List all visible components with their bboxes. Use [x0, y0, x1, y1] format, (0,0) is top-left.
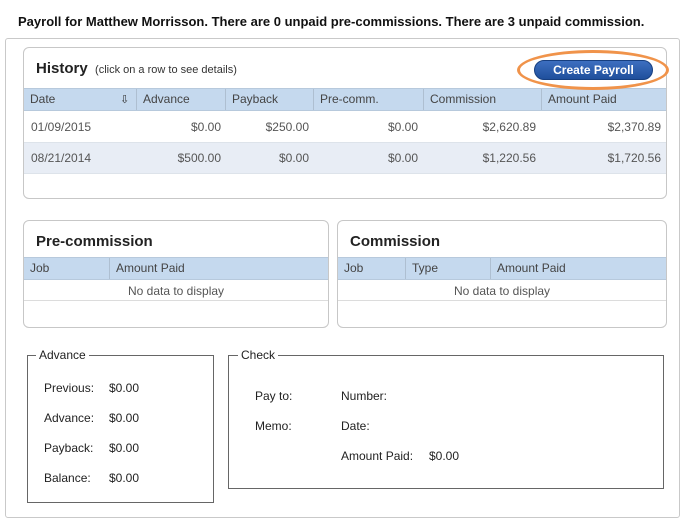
previous-label: Previous:	[44, 381, 95, 395]
cell-commission: $1,220.56	[482, 151, 536, 165]
payback-label: Payback:	[44, 441, 94, 455]
date-label: Date:	[341, 419, 370, 433]
column-header-amount-paid[interactable]: Amount Paid	[542, 89, 666, 110]
payroll-header: Payroll for Matthew Morrisson. There are…	[18, 14, 645, 29]
cell-advance: $0.00	[190, 120, 221, 134]
cell-amount-paid: $2,370.89	[607, 120, 661, 134]
column-header-amount-paid[interactable]: Amount Paid	[110, 258, 328, 279]
advance-legend: Advance	[36, 348, 89, 362]
column-header-type[interactable]: Type	[406, 258, 491, 279]
history-grid-header: Date ⇩ Advance Payback Pre-comm. Commiss…	[24, 88, 666, 111]
column-header-job[interactable]: Job	[338, 258, 406, 279]
amount-paid-value: $0.00	[429, 449, 460, 463]
pay-to-label: Pay to:	[255, 389, 293, 403]
column-header-amount-paid[interactable]: Amount Paid	[491, 258, 666, 279]
commission-empty-message: No data to display	[338, 281, 666, 301]
cell-precomm: $0.00	[387, 151, 418, 165]
precommission-grid-header: Job Amount Paid	[24, 257, 328, 280]
column-header-advance[interactable]: Advance	[137, 89, 226, 110]
precommission-panel: Pre-commission Job Amount Paid No data t…	[23, 220, 329, 328]
check-legend: Check	[238, 348, 279, 362]
cell-date: 01/09/2015	[31, 120, 92, 134]
table-row[interactable]: 08/21/2014 $500.00 $0.00 $0.00 $1,220.56…	[24, 143, 666, 174]
memo-label: Memo:	[255, 419, 292, 433]
column-header-date[interactable]: Date ⇩	[24, 89, 137, 110]
commission-title: Commission	[350, 233, 441, 250]
cell-advance: $500.00	[177, 151, 221, 165]
advance-value: $0.00	[109, 411, 140, 425]
balance-label: Balance:	[44, 471, 91, 485]
column-header-commission[interactable]: Commission	[424, 89, 542, 110]
sort-down-arrow-icon[interactable]: ⇩	[120, 94, 132, 106]
table-row[interactable]: 01/09/2015 $0.00 $250.00 $0.00 $2,620.89…	[24, 112, 666, 143]
commission-grid-header: Job Type Amount Paid	[338, 257, 666, 280]
advance-label: Advance:	[44, 411, 95, 425]
column-header-precomm[interactable]: Pre-comm.	[314, 89, 424, 110]
precommission-title: Pre-commission	[36, 233, 153, 250]
history-title: History	[36, 60, 88, 77]
number-label: Number:	[341, 389, 388, 403]
advance-fieldset: Advance Previous: $0.00 Advance: $0.00 P…	[27, 348, 214, 503]
cell-date: 08/21/2014	[31, 151, 92, 165]
precommission-empty-message: No data to display	[24, 281, 328, 301]
cell-payback: $250.00	[265, 120, 309, 134]
cell-precomm: $0.00	[387, 120, 418, 134]
cell-payback: $0.00	[278, 151, 309, 165]
create-payroll-button[interactable]: Create Payroll	[534, 60, 653, 80]
previous-value: $0.00	[109, 381, 140, 395]
column-header-job[interactable]: Job	[24, 258, 110, 279]
amount-paid-label: Amount Paid:	[341, 449, 414, 463]
commission-panel: Commission Job Type Amount Paid No data …	[337, 220, 667, 328]
column-header-payback[interactable]: Payback	[226, 89, 314, 110]
cell-amount-paid: $1,720.56	[607, 151, 661, 165]
history-subtitle: (click on a row to see details)	[95, 64, 237, 76]
balance-value: $0.00	[109, 471, 140, 485]
payback-value: $0.00	[109, 441, 140, 455]
check-fieldset: Check Pay to: Memo: Number: Date: Amount…	[228, 348, 664, 489]
cell-commission: $2,620.89	[482, 120, 536, 134]
